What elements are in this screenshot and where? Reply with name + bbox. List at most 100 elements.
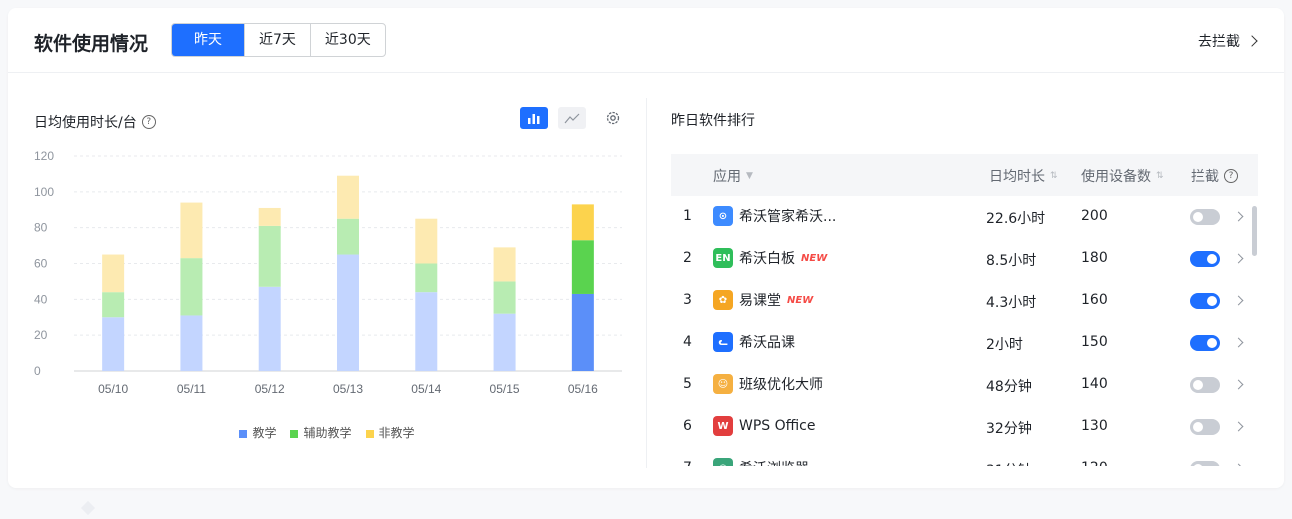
scrollbar[interactable] xyxy=(1252,206,1257,256)
block-toggle[interactable] xyxy=(1190,335,1220,351)
chevron-right-icon[interactable] xyxy=(1233,295,1244,306)
table-row[interactable]: 2 EN 希沃白板 NEW 8.5小时 180 xyxy=(671,238,1258,280)
toggle-knob xyxy=(1207,296,1217,306)
bar-segment[interactable] xyxy=(493,247,516,282)
chevron-right-icon[interactable] xyxy=(1233,463,1244,466)
bar-segment[interactable] xyxy=(180,258,203,316)
gear-icon[interactable] xyxy=(604,109,622,127)
col-app[interactable]: 应用 ▼ xyxy=(713,166,753,186)
table-row[interactable]: 3 ✿ 易课堂 NEW 4.3小时 160 xyxy=(671,280,1258,322)
rank-number: 5 xyxy=(683,376,692,392)
block-toggle[interactable] xyxy=(1190,293,1220,309)
rank-number: 4 xyxy=(683,334,692,350)
bar-segment[interactable] xyxy=(258,286,281,371)
bar-segment[interactable] xyxy=(493,313,516,371)
legend-label: 辅助教学 xyxy=(303,426,352,440)
bar-segment[interactable] xyxy=(415,263,438,293)
line-chart-icon xyxy=(564,113,580,124)
app-name: 易课堂 xyxy=(739,293,781,309)
table-row[interactable]: 5 ☺ 班级优化大师 48分钟 140 xyxy=(671,364,1258,406)
chevron-right-icon[interactable] xyxy=(1233,421,1244,432)
devices-value: 200 xyxy=(1081,208,1108,224)
col-devices[interactable]: 使用设备数 ⇅ xyxy=(1081,166,1164,186)
bar-segment[interactable] xyxy=(571,293,594,371)
block-toggle[interactable] xyxy=(1190,251,1220,267)
block-toggle[interactable] xyxy=(1190,209,1220,225)
chart-title: 日均使用时长/台 ? xyxy=(34,112,156,132)
chevron-right-icon[interactable] xyxy=(1233,211,1244,222)
bar-segment[interactable] xyxy=(102,317,125,371)
chevron-right-icon[interactable] xyxy=(1233,337,1244,348)
ranking-title: 昨日软件排行 xyxy=(671,113,755,129)
tab-30-days[interactable]: 近30天 xyxy=(309,24,385,56)
legend-item[interactable]: 非教学 xyxy=(365,424,415,441)
block-toggle[interactable] xyxy=(1190,461,1220,466)
bar-segment[interactable] xyxy=(337,218,359,255)
table-row[interactable]: 4 ᓚ 希沃品课 2小时 150 xyxy=(671,322,1258,364)
devices-value: 160 xyxy=(1081,292,1108,308)
dropdown-icon: ▼ xyxy=(746,171,753,181)
legend-item[interactable]: 教学 xyxy=(239,424,276,441)
bar-segment[interactable] xyxy=(571,204,594,241)
block-toggle[interactable] xyxy=(1190,419,1220,435)
tab-7-days[interactable]: 近7天 xyxy=(244,24,310,56)
x-tick-label: 05/11 xyxy=(177,382,206,396)
bar-segment[interactable] xyxy=(102,254,125,293)
bar-segment[interactable] xyxy=(571,240,594,294)
x-tick-label: 05/14 xyxy=(411,382,441,396)
duration-value: 2小时 xyxy=(986,337,1023,353)
legend-swatch xyxy=(290,429,299,438)
bar-segment[interactable] xyxy=(258,225,281,287)
bird-app-icon: ✿ xyxy=(713,290,733,310)
legend-label: 非教学 xyxy=(378,426,415,440)
app-cell: ☺ 班级优化大师 xyxy=(713,374,823,394)
duration-value: 4.3小时 xyxy=(986,295,1037,311)
rank-number: 2 xyxy=(683,250,692,266)
bar-chart-toggle[interactable] xyxy=(520,107,548,129)
duration-value: 22.6小时 xyxy=(986,211,1046,227)
ranking-panel: 昨日软件排行 应用 ▼ 日均时长 ⇅ 使用设备数 ⇅ 拦截? 1 ⊙ 希沃管家希沃... 2… xyxy=(647,72,1284,488)
block-toggle[interactable] xyxy=(1190,377,1220,393)
x-tick-label: 05/13 xyxy=(333,382,363,396)
bar-segment[interactable] xyxy=(337,175,359,219)
bar-segment[interactable] xyxy=(258,207,281,226)
line-chart-toggle[interactable] xyxy=(558,107,586,129)
rank-number: 7 xyxy=(683,460,692,466)
y-tick-label: 60 xyxy=(34,257,48,271)
bar-segment[interactable] xyxy=(102,292,125,318)
decorative-diamond xyxy=(80,500,96,516)
app-name: 希沃管家希沃... xyxy=(739,209,837,225)
chart-title-text: 日均使用时长/台 xyxy=(34,115,137,131)
bar-segment[interactable] xyxy=(337,254,359,371)
tab-yesterday[interactable]: 昨天 xyxy=(172,24,244,56)
y-tick-label: 120 xyxy=(34,149,54,163)
y-tick-label: 100 xyxy=(34,185,54,199)
bar-segment[interactable] xyxy=(415,292,438,371)
x-tick-label: 05/12 xyxy=(255,382,285,396)
legend-item[interactable]: 辅助教学 xyxy=(290,424,352,441)
chevron-right-icon[interactable] xyxy=(1233,379,1244,390)
software-usage-card: 软件使用情况 昨天 近7天 近30天 去拦截 日均使用时长/台 ? 0 20 40 6… xyxy=(8,8,1284,488)
bar-segment[interactable] xyxy=(180,202,203,259)
help-icon[interactable]: ? xyxy=(141,115,156,129)
go-block-link[interactable]: 去拦截 xyxy=(1198,31,1258,51)
new-badge: NEW xyxy=(801,252,828,264)
col-duration[interactable]: 日均时长 ⇅ xyxy=(989,166,1058,186)
table-row[interactable]: 1 ⊙ 希沃管家希沃... 22.6小时 200 xyxy=(671,196,1258,238)
app-cell: W WPS Office xyxy=(713,416,816,436)
chevron-right-icon[interactable] xyxy=(1233,253,1244,264)
table-row[interactable]: 7 ◉ 希沃浏览器 31分钟 120 xyxy=(671,448,1258,466)
x-tick-label: 05/16 xyxy=(568,382,598,396)
shield-app-icon: ⊙ xyxy=(713,206,733,226)
toggle-knob xyxy=(1193,464,1203,466)
devices-value: 130 xyxy=(1081,418,1108,434)
bar-segment[interactable] xyxy=(180,315,203,371)
bar-segment[interactable] xyxy=(493,281,516,314)
help-icon[interactable]: ? xyxy=(1224,169,1238,183)
bar-segment[interactable] xyxy=(415,218,438,264)
app-cell: ⊙ 希沃管家希沃... xyxy=(713,206,836,226)
table-row[interactable]: 6 W WPS Office 32分钟 130 xyxy=(671,406,1258,448)
devices-value: 140 xyxy=(1081,376,1108,392)
col-block-label: 拦截 xyxy=(1191,169,1219,185)
col-block: 拦截? xyxy=(1191,166,1238,186)
